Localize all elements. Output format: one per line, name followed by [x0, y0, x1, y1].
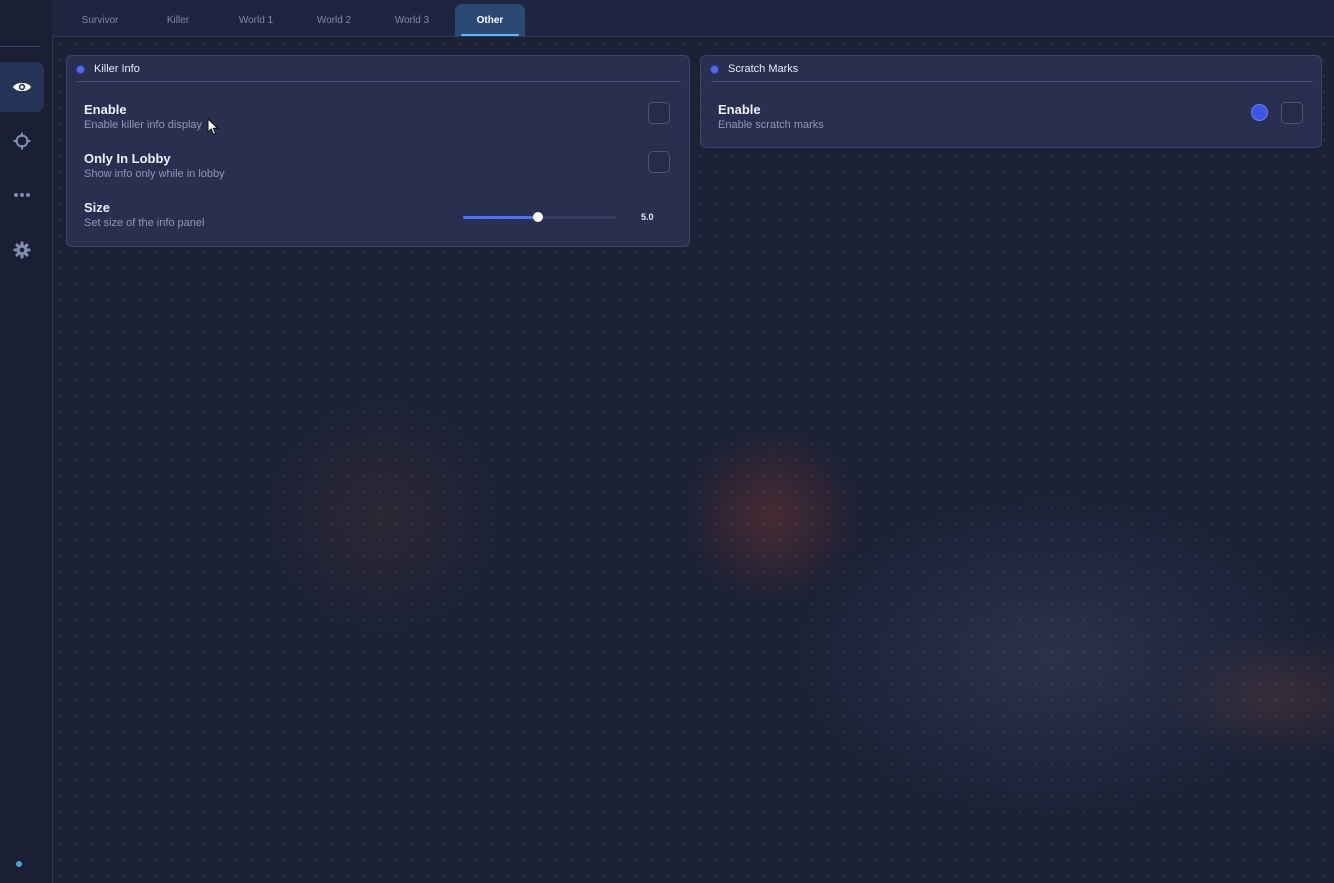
option-enable-description: Enable killer info display	[84, 119, 203, 131]
tab-world-2[interactable]: World 2	[299, 4, 369, 36]
panel-bullet-icon	[710, 65, 719, 74]
tab-killer[interactable]: Killer	[143, 4, 213, 36]
eye-icon	[13, 82, 31, 92]
mouse-cursor-icon	[207, 118, 219, 136]
option-size-label: Size	[84, 200, 111, 215]
tab-bar: Survivor Killer World 1 World 2 World 3 …	[52, 0, 1334, 37]
option-enable-label: Enable	[718, 102, 761, 117]
gear-icon	[13, 241, 31, 259]
tab-world-3[interactable]: World 3	[377, 4, 447, 36]
tab-survivor[interactable]: Survivor	[65, 4, 135, 36]
panel-title: Killer Info	[94, 63, 140, 75]
slider-handle[interactable]	[532, 212, 543, 222]
panel-divider	[711, 81, 1313, 82]
panel-divider	[77, 81, 681, 82]
tab-other[interactable]: Other	[455, 4, 525, 36]
option-only-in-lobby-label: Only In Lobby	[84, 151, 171, 166]
sidebar-separator	[0, 46, 40, 47]
only-in-lobby-checkbox[interactable]	[648, 151, 670, 173]
sidebar-item-visuals[interactable]	[0, 62, 44, 112]
size-slider[interactable]	[463, 212, 616, 222]
tab-world-1[interactable]: World 1	[221, 4, 291, 36]
sidebar-item-aim[interactable]	[0, 116, 44, 166]
sidebar-item-misc[interactable]	[0, 170, 44, 220]
option-enable-description: Enable scratch marks	[718, 119, 824, 131]
panel-header: Killer Info	[67, 56, 689, 82]
slider-fill	[463, 216, 538, 219]
option-only-in-lobby-description: Show info only while in lobby	[84, 168, 225, 180]
status-indicator	[16, 861, 22, 867]
enable-killer-info-checkbox[interactable]	[648, 102, 670, 124]
color-picker-button[interactable]	[1251, 104, 1268, 121]
crosshair-icon	[13, 132, 31, 150]
sidebar	[0, 0, 53, 883]
sidebar-item-settings[interactable]	[0, 225, 44, 275]
size-value: 5.0	[641, 212, 654, 222]
killer-info-panel: Killer Info Enable Enable killer info di…	[66, 55, 690, 247]
enable-scratch-marks-checkbox[interactable]	[1281, 102, 1303, 124]
scratch-marks-panel: Scratch Marks Enable Enable scratch mark…	[700, 55, 1322, 148]
panel-bullet-icon	[76, 65, 85, 74]
panel-title: Scratch Marks	[728, 63, 799, 75]
more-dots-icon	[14, 193, 30, 197]
panel-header: Scratch Marks	[701, 56, 1321, 82]
option-enable-label: Enable	[84, 102, 127, 117]
option-size-description: Set size of the info panel	[84, 217, 205, 229]
